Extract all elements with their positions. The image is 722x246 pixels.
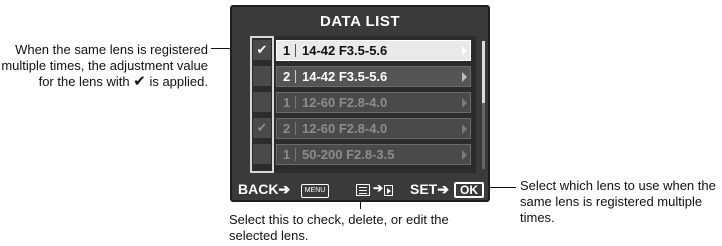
checkmark-icon: ✔: [133, 73, 146, 90]
list-scrollbar[interactable]: [482, 41, 485, 169]
lens-index: 2: [283, 121, 291, 136]
menu-button[interactable]: MENU: [301, 184, 329, 198]
annotation-check-column: When the same lens is registered multipl…: [0, 42, 208, 90]
lens-name: 12-60 F2.8-4.0: [302, 95, 388, 110]
row-separator: [295, 148, 296, 161]
ok-button[interactable]: OK: [454, 182, 484, 198]
row-separator: [295, 96, 296, 109]
annotation-info-button: Select this to check, delete, or edit th…: [229, 212, 449, 243]
lens-row[interactable]: 1 12-60 F2.8-4.0: [276, 92, 471, 113]
screen-footer: BACK➔ MENU ➔ SET➔ OK: [232, 181, 488, 201]
lens-row[interactable]: 2 14-42 F3.5-5.6: [276, 66, 471, 87]
lens-name: 14-42 F3.5-5.6: [302, 43, 388, 58]
lens-list-panel: ✔ ✔ 1 14-42 F3.5-5.6 2 14-42 F3.5-5.6 1 …: [250, 36, 476, 173]
scrollbar-thumb[interactable]: [482, 41, 485, 103]
chevron-right-icon: [462, 72, 467, 82]
chevron-right-icon: [462, 46, 467, 56]
annotation-ok-button: Select which lens to use when the same l…: [520, 178, 716, 225]
chevron-right-icon: [462, 98, 467, 108]
lens-name: 14-42 F3.5-5.6: [302, 69, 388, 84]
back-label: BACK➔: [238, 181, 291, 197]
lens-index: 1: [283, 147, 291, 162]
row-separator: [295, 44, 296, 57]
lens-row[interactable]: 2 12-60 F2.8-4.0: [276, 118, 471, 139]
play-icon: [384, 185, 393, 196]
lens-index: 1: [283, 95, 291, 110]
lens-index: 1: [283, 43, 291, 58]
lens-name: 50-200 F2.8-3.5: [302, 147, 395, 162]
chevron-right-icon: [462, 150, 467, 160]
lens-name: 12-60 F2.8-4.0: [302, 121, 388, 136]
data-list-screen: DATA LIST ✔ ✔ 1 14-42 F3.5-5.6 2 14-42 F…: [230, 5, 490, 202]
lens-row[interactable]: 1 14-42 F3.5-5.6: [276, 40, 471, 61]
lens-row[interactable]: 1 50-200 F2.8-3.5: [276, 144, 471, 165]
lens-index: 2: [283, 69, 291, 84]
chevron-right-icon: [462, 124, 467, 134]
row-separator: [295, 70, 296, 83]
info-arrow: ➔: [373, 181, 384, 195]
annotation-check-suffix: is applied.: [145, 74, 208, 89]
screen-title: DATA LIST: [319, 13, 401, 30]
row-separator: [295, 122, 296, 135]
check-column-frame: [250, 36, 274, 173]
info-button-icon[interactable]: [356, 184, 370, 196]
set-label: SET➔: [410, 181, 449, 197]
